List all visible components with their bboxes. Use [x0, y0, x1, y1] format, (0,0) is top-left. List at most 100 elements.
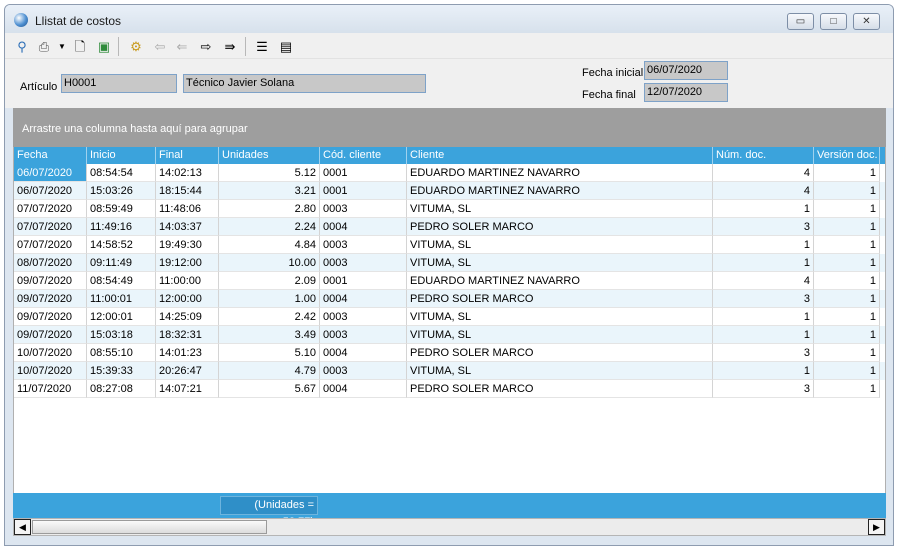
cell-cliente[interactable]: PEDRO SOLER MARCO	[407, 290, 713, 308]
scroll-right-icon[interactable]: ▶	[868, 519, 885, 535]
cell-fecha[interactable]: 07/07/2020	[14, 236, 87, 254]
cell-version-doc[interactable]: 1	[814, 362, 880, 380]
cell-final[interactable]: 20:26:47	[156, 362, 219, 380]
cell-fecha[interactable]: 07/07/2020	[14, 200, 87, 218]
cell-unidades[interactable]: 2.24	[219, 218, 320, 236]
table-row[interactable]: 07/07/2020 08:59:49 11:48:06 2.80 0003 VITUMA…	[14, 200, 885, 218]
cell-cod-cliente[interactable]: 0001	[320, 182, 407, 200]
export-excel-icon[interactable]: ▣	[95, 38, 113, 55]
title-bar[interactable]: Llistat de costos ▭ □ ✕	[5, 5, 893, 33]
cell-num-doc[interactable]: 3	[713, 218, 814, 236]
cell-version-doc[interactable]: 1	[814, 380, 880, 398]
print-preview-icon[interactable]: 🗋	[71, 38, 89, 55]
last-record-icon[interactable]: ⇛	[221, 38, 239, 55]
cell-cliente[interactable]: VITUMA, SL	[407, 308, 713, 326]
first-record-icon[interactable]: ⇦	[151, 38, 169, 55]
cell-num-doc[interactable]: 4	[713, 272, 814, 290]
table-row[interactable]: 06/07/2020 08:54:54 14:02:13 5.12 0001 EDUARD…	[14, 164, 885, 182]
cell-version-doc[interactable]: 1	[814, 236, 880, 254]
cell-num-doc[interactable]: 1	[713, 200, 814, 218]
cell-version-doc[interactable]: 1	[814, 254, 880, 272]
cell-version-doc[interactable]: 1	[814, 308, 880, 326]
grid-settings-icon[interactable]: ▤	[277, 38, 295, 55]
cell-cod-cliente[interactable]: 0004	[320, 290, 407, 308]
cell-unidades[interactable]: 4.84	[219, 236, 320, 254]
tecnico-field[interactable]: Técnico Javier Solana	[183, 74, 426, 93]
cell-unidades[interactable]: 10.00	[219, 254, 320, 272]
cell-version-doc[interactable]: 1	[814, 218, 880, 236]
table-row[interactable]: 09/07/2020 15:03:18 18:32:31 3.49 0003 VITUMA…	[14, 326, 885, 344]
cell-cod-cliente[interactable]: 0003	[320, 254, 407, 272]
cell-inicio[interactable]: 11:00:01	[87, 290, 156, 308]
cell-final[interactable]: 11:00:00	[156, 272, 219, 290]
cell-final[interactable]: 12:00:00	[156, 290, 219, 308]
cell-cod-cliente[interactable]: 0003	[320, 236, 407, 254]
cell-final[interactable]: 14:01:23	[156, 344, 219, 362]
cell-inicio[interactable]: 15:03:26	[87, 182, 156, 200]
cell-num-doc[interactable]: 1	[713, 236, 814, 254]
column-header-cod-cliente[interactable]: Cód. cliente	[320, 147, 407, 164]
cell-version-doc[interactable]: 1	[814, 290, 880, 308]
cell-fecha[interactable]: 11/07/2020	[14, 380, 87, 398]
cell-cliente[interactable]: EDUARDO MARTINEZ NAVARRO	[407, 182, 713, 200]
group-by-panel[interactable]: Arrastre una columna hasta aquí para agr…	[13, 108, 886, 147]
cell-final[interactable]: 14:25:09	[156, 308, 219, 326]
table-row[interactable]: 10/07/2020 08:55:10 14:01:23 5.10 0004 PEDRO …	[14, 344, 885, 362]
cell-fecha[interactable]: 06/07/2020	[14, 164, 87, 182]
cell-final[interactable]: 18:32:31	[156, 326, 219, 344]
cell-inicio[interactable]: 15:03:18	[87, 326, 156, 344]
cell-num-doc[interactable]: 3	[713, 380, 814, 398]
filter-icon[interactable]: ⚙	[127, 38, 145, 55]
cell-cod-cliente[interactable]: 0004	[320, 380, 407, 398]
table-row[interactable]: 09/07/2020 12:00:01 14:25:09 2.42 0003 VITUMA…	[14, 308, 885, 326]
scrollbar-thumb[interactable]	[32, 520, 267, 534]
table-row[interactable]: 07/07/2020 11:49:16 14:03:37 2.24 0004 PEDRO …	[14, 218, 885, 236]
cell-unidades[interactable]: 3.49	[219, 326, 320, 344]
cell-fecha[interactable]: 06/07/2020	[14, 182, 87, 200]
cell-cliente[interactable]: VITUMA, SL	[407, 236, 713, 254]
cell-unidades[interactable]: 5.10	[219, 344, 320, 362]
cell-num-doc[interactable]: 1	[713, 362, 814, 380]
minimize-button[interactable]: ▭	[787, 13, 814, 30]
columns-icon[interactable]: ☰	[253, 38, 271, 55]
cell-inicio[interactable]: 14:58:52	[87, 236, 156, 254]
cell-final[interactable]: 14:03:37	[156, 218, 219, 236]
cell-cliente[interactable]: VITUMA, SL	[407, 326, 713, 344]
dropdown-arrow-icon[interactable]: ▼	[53, 38, 71, 55]
cell-fecha[interactable]: 07/07/2020	[14, 218, 87, 236]
horizontal-scrollbar[interactable]: ◀ ▶	[13, 518, 886, 536]
cell-fecha[interactable]: 10/07/2020	[14, 362, 87, 380]
cell-cod-cliente[interactable]: 0001	[320, 272, 407, 290]
cell-num-doc[interactable]: 1	[713, 254, 814, 272]
cell-cod-cliente[interactable]: 0004	[320, 344, 407, 362]
cell-final[interactable]: 18:15:44	[156, 182, 219, 200]
cell-num-doc[interactable]: 1	[713, 308, 814, 326]
cell-fecha[interactable]: 09/07/2020	[14, 290, 87, 308]
table-row[interactable]: 08/07/2020 09:11:49 19:12:00 10.00 0003 VITUM…	[14, 254, 885, 272]
cell-inicio[interactable]: 08:27:08	[87, 380, 156, 398]
cell-cliente[interactable]: EDUARDO MARTINEZ NAVARRO	[407, 164, 713, 182]
cell-cliente[interactable]: PEDRO SOLER MARCO	[407, 380, 713, 398]
cell-unidades[interactable]: 2.09	[219, 272, 320, 290]
fecha-inicial-field[interactable]: 06/07/2020	[644, 61, 728, 80]
cell-fecha[interactable]: 09/07/2020	[14, 272, 87, 290]
cell-num-doc[interactable]: 4	[713, 164, 814, 182]
cell-version-doc[interactable]: 1	[814, 326, 880, 344]
table-row[interactable]: 07/07/2020 14:58:52 19:49:30 4.84 0003 VITUMA…	[14, 236, 885, 254]
column-header-fecha[interactable]: Fecha	[14, 147, 87, 164]
cell-fecha[interactable]: 09/07/2020	[14, 308, 87, 326]
cell-unidades[interactable]: 5.67	[219, 380, 320, 398]
table-row[interactable]: 06/07/2020 15:03:26 18:15:44 3.21 0001 EDUARD…	[14, 182, 885, 200]
column-header-inicio[interactable]: Inicio	[87, 147, 156, 164]
cell-inicio[interactable]: 15:39:33	[87, 362, 156, 380]
cell-inicio[interactable]: 09:11:49	[87, 254, 156, 272]
table-row[interactable]: 09/07/2020 08:54:49 11:00:00 2.09 0001 EDUARD…	[14, 272, 885, 290]
next-record-icon[interactable]: ⇨	[197, 38, 215, 55]
column-header-num-doc[interactable]: Núm. doc.	[713, 147, 814, 164]
cell-num-doc[interactable]: 4	[713, 182, 814, 200]
cell-unidades[interactable]: 4.79	[219, 362, 320, 380]
maximize-button[interactable]: □	[820, 13, 847, 30]
cell-fecha[interactable]: 10/07/2020	[14, 344, 87, 362]
cell-version-doc[interactable]: 1	[814, 272, 880, 290]
cell-cod-cliente[interactable]: 0003	[320, 326, 407, 344]
